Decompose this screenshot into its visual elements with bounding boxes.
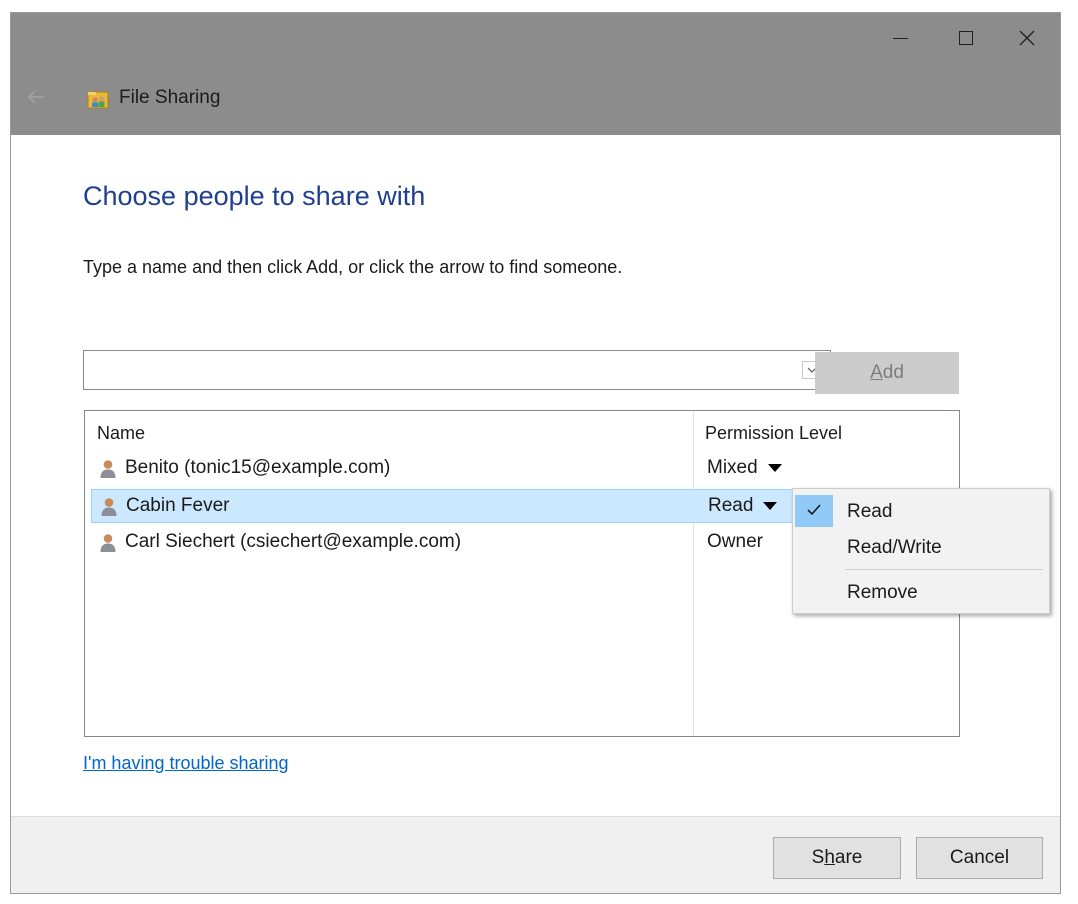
- close-button[interactable]: [1004, 13, 1050, 63]
- title-bar: File Sharing: [11, 13, 1060, 135]
- menu-separator: [845, 569, 1043, 570]
- add-button-label: dd: [882, 362, 904, 383]
- add-button[interactable]: Add: [815, 352, 959, 394]
- dialog-instruction: Type a name and then click Add, or click…: [83, 257, 623, 277]
- permission-value: Mixed: [707, 457, 758, 478]
- dropdown-arrow-icon: [767, 464, 782, 472]
- permission-dropdown[interactable]: Read: [708, 495, 778, 517]
- add-button-accelerator: A: [870, 362, 883, 383]
- user-name: Carl Siechert (csiechert@example.com): [125, 531, 462, 552]
- share-label-pre: S: [811, 847, 825, 868]
- maximize-button[interactable]: [943, 13, 989, 63]
- menu-item-label: Remove: [847, 582, 918, 603]
- list-item-selected[interactable]: Cabin Fever Read: [91, 489, 793, 523]
- menu-item-label: Read: [847, 501, 893, 522]
- dialog-footer: Sh are Cancel: [11, 816, 1060, 893]
- dialog-heading: Choose people to share with: [83, 181, 426, 211]
- close-icon: [1019, 30, 1035, 46]
- cancel-button[interactable]: Cancel: [916, 837, 1043, 879]
- back-arrow-icon[interactable]: [27, 89, 45, 105]
- user-name: Benito (tonic15@example.com): [125, 457, 391, 478]
- maximize-icon: [959, 31, 973, 45]
- share-label-accel: h: [824, 847, 835, 868]
- list-item[interactable]: Benito (tonic15@example.com) Mixed: [91, 452, 793, 486]
- list-item[interactable]: Carl Siechert (csiechert@example.com) Ow…: [91, 526, 793, 560]
- dropdown-arrow-icon: [763, 502, 778, 510]
- menu-item-label: Read/Write: [847, 537, 942, 558]
- user-name: Cabin Fever: [126, 495, 230, 516]
- permission-dropdown[interactable]: Mixed: [707, 457, 782, 479]
- permission-value: Owner: [707, 531, 763, 553]
- share-label-post: are: [834, 847, 863, 868]
- permission-value-text: Owner: [707, 531, 763, 552]
- menu-check-area: [795, 495, 833, 527]
- menu-item-remove[interactable]: Remove: [793, 574, 1049, 610]
- minimize-icon: [892, 37, 908, 39]
- menu-item-read[interactable]: Read: [793, 493, 1049, 529]
- checkmark-icon: [807, 504, 821, 516]
- user-icon: [101, 498, 117, 516]
- menu-item-read-write[interactable]: Read/Write: [793, 529, 1049, 565]
- trouble-sharing-link[interactable]: I'm having trouble sharing: [83, 753, 289, 774]
- user-icon: [100, 534, 116, 552]
- permission-menu: Read Read/Write Remove: [792, 488, 1050, 614]
- name-combobox[interactable]: [83, 350, 831, 390]
- minimize-button[interactable]: [877, 13, 923, 63]
- file-sharing-app-icon: [87, 91, 109, 109]
- permission-column-header[interactable]: Permission Level: [705, 423, 842, 444]
- share-button[interactable]: Sh are: [773, 837, 901, 879]
- name-column-header[interactable]: Name: [97, 423, 145, 444]
- user-icon: [100, 460, 116, 478]
- window-title: File Sharing: [119, 87, 221, 108]
- permission-value: Read: [708, 495, 754, 516]
- file-sharing-window: File Sharing Choose people to share with…: [10, 12, 1061, 894]
